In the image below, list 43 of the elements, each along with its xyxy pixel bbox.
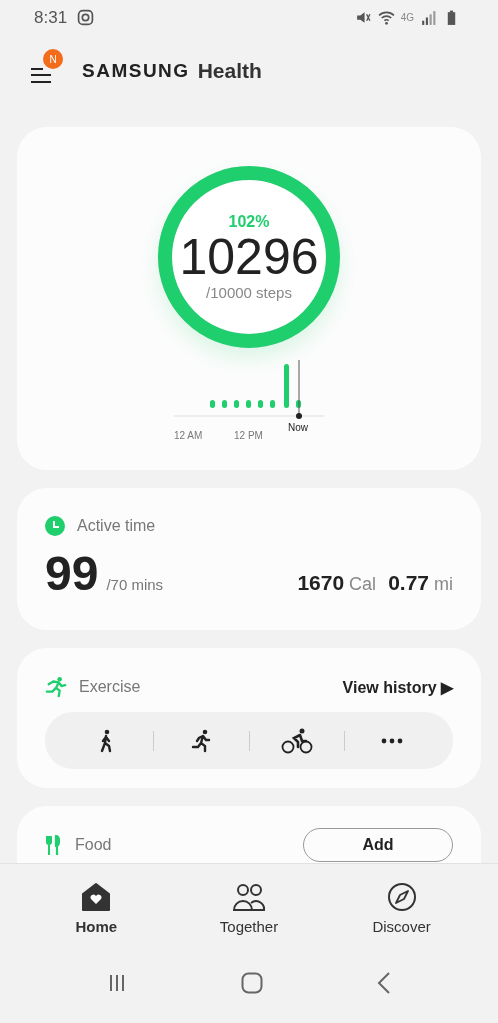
fork-knife-icon bbox=[45, 835, 63, 855]
menu-icon bbox=[30, 65, 52, 85]
active-goal: /70 mins bbox=[106, 576, 164, 593]
cyclist-icon bbox=[280, 727, 313, 754]
axis-label: 12 AM bbox=[174, 430, 203, 441]
step-count: 10296 bbox=[179, 231, 319, 284]
compass-icon bbox=[386, 881, 417, 912]
signal-icon bbox=[420, 9, 437, 26]
view-history-link[interactable]: View history ▶ bbox=[342, 677, 453, 697]
status-time: 8:31 bbox=[34, 7, 68, 28]
mute-icon bbox=[354, 9, 372, 26]
card-title: Exercise bbox=[79, 678, 141, 696]
brand-name: SAMSUNG bbox=[82, 60, 190, 82]
nav-tab[interactable]: Home bbox=[41, 864, 152, 952]
goal-percent: 102% bbox=[228, 213, 270, 232]
more-icon bbox=[380, 737, 403, 744]
notification-badge: N bbox=[43, 49, 63, 69]
distance-unit: mi bbox=[434, 574, 453, 595]
people-icon bbox=[232, 881, 266, 912]
clock-icon bbox=[45, 516, 65, 536]
axis-label: 12 PM bbox=[234, 430, 263, 441]
home-button-icon[interactable] bbox=[241, 971, 263, 994]
axis-label: Now bbox=[288, 422, 308, 433]
home-icon bbox=[81, 881, 112, 912]
steps-card[interactable]: 102% 10296 /10000 steps 12 AM 12 PM Now bbox=[17, 127, 481, 470]
card-title: Food bbox=[75, 836, 112, 854]
recent-apps-icon[interactable] bbox=[107, 972, 127, 993]
running-figure-icon bbox=[45, 676, 67, 698]
back-icon[interactable] bbox=[377, 971, 391, 994]
card-title: Active time bbox=[77, 517, 156, 535]
active-minutes: 99 bbox=[45, 546, 99, 601]
calories-unit: Cal bbox=[349, 574, 377, 595]
add-button[interactable]: Add bbox=[303, 828, 453, 862]
nav-tab[interactable]: Discover bbox=[346, 864, 457, 952]
calories-value: 1670 bbox=[297, 571, 345, 595]
step-goal: /10000 steps bbox=[206, 283, 292, 301]
wifi-icon bbox=[377, 9, 395, 26]
distance-value: 0.77 bbox=[388, 571, 429, 595]
app-name: Health bbox=[197, 59, 262, 83]
camera-icon bbox=[77, 9, 95, 26]
network-type: 4G bbox=[400, 12, 414, 23]
nav-tab[interactable]: Together bbox=[194, 864, 304, 952]
active-time-card[interactable]: Active time 99 /70 mins 1670 Cal 0.77 mi bbox=[17, 488, 481, 630]
